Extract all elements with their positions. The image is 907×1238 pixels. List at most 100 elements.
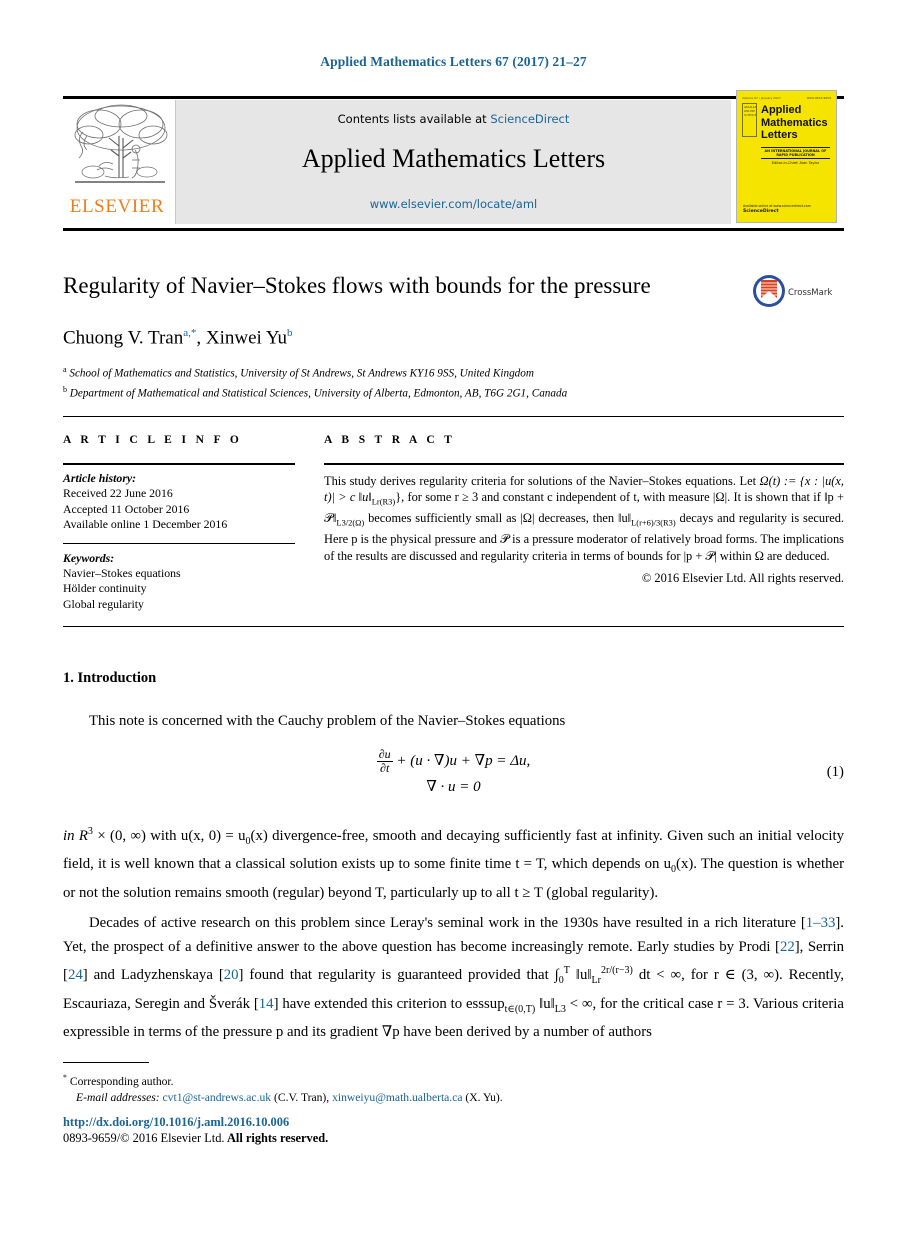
crossmark-label: CrossMark: [788, 288, 833, 298]
email-addresses-line: E-mail addresses: cvt1@st-andrews.ac.uk …: [63, 1090, 844, 1106]
journal-cover-thumbnail[interactable]: Volume 67 / January 2017 ISSN 0893-9659 …: [736, 90, 837, 223]
issn-copyright: © 2016 Elsevier Ltd.: [120, 1131, 225, 1145]
author-marks-1[interactable]: a,*: [183, 327, 196, 339]
issn-copyright-line: 0893-9659/© 2016 Elsevier Ltd. All right…: [63, 1131, 328, 1146]
abstract-copyright: © 2016 Elsevier Ltd. All rights reserved…: [641, 570, 844, 585]
journal-band: Contents lists available at ScienceDirec…: [176, 100, 731, 224]
norm-exponent: 2r/(r−3): [601, 965, 633, 977]
fraction-denominator: ∂t: [380, 761, 390, 775]
esssup-subscript: t∈(0,T): [504, 1003, 536, 1015]
citation-1-33[interactable]: 1–33: [806, 915, 836, 931]
cover-subtitle: AN INTERNATIONAL JOURNAL OF RAPID PUBLIC…: [761, 147, 830, 159]
journal-masthead: ELSEVIER Contents lists available at Sci…: [63, 90, 844, 231]
journal-homepage-link[interactable]: www.elsevier.com/locate/aml: [176, 197, 731, 211]
crossmark-badge[interactable]: CrossMark: [752, 274, 844, 314]
sciencedirect-link[interactable]: ScienceDirect: [490, 112, 569, 126]
keyword-2: Hölder continuity: [63, 581, 147, 596]
elsevier-tree-icon: [69, 102, 170, 194]
section-title: Introduction: [77, 670, 157, 686]
abstract-lr-space: (R: [379, 496, 389, 507]
section-heading-introduction: 1. Introduction: [63, 670, 156, 687]
keywords-label: Keywords:: [63, 550, 115, 565]
keywords-block: Keywords: Navier–Stokes equations Hölder…: [63, 551, 295, 613]
corresponding-author-note: * Corresponding author.: [63, 1070, 844, 1090]
contents-prefix: Contents lists available at: [337, 112, 491, 126]
divider-above-abstract: [63, 416, 844, 417]
affiliation-text-a: School of Mathematics and Statistics, Un…: [69, 367, 534, 380]
cover-badge: AVAILABLE ONLINE SCIENCEDIRECT: [742, 103, 757, 137]
elsevier-wordmark: ELSEVIER: [69, 196, 165, 217]
abstract-part-3: becomes sufficiently small as |Ω| decrea…: [364, 511, 632, 526]
elsevier-logo-box: ELSEVIER: [63, 100, 176, 224]
crossmark-icon: [753, 275, 785, 307]
affiliation-b: b Department of Mathematical and Statist…: [63, 382, 844, 402]
paragraph-3-h: ] have extended this criterion to esssup: [273, 995, 505, 1012]
affiliation-mark-a: a: [63, 365, 67, 374]
article-info-heading: A R T I C L E I N F O: [63, 434, 243, 446]
citation-14[interactable]: 14: [259, 996, 274, 1012]
affiliation-list: a School of Mathematics and Statistics, …: [63, 362, 844, 401]
history-available-online: Available online 1 December 2016: [63, 517, 228, 532]
authors-separator: ,: [196, 327, 206, 349]
equation-line-1: ∂u ∂t + (u · ∇)u + ∇p = Δu,: [63, 748, 844, 775]
running-head: Applied Mathematics Letters 67 (2017) 21…: [320, 54, 587, 69]
abstract-norm2-exp: (r+6)/3: [636, 517, 661, 528]
cover-issn: ISSN 0893-9659: [806, 96, 831, 100]
page-title: Regularity of Navier–Stokes flows with b…: [63, 273, 651, 298]
norm-sub-r: r: [597, 975, 602, 987]
email-owner-tran: (C.V. Tran): [273, 1090, 327, 1104]
citation-20[interactable]: 20: [224, 967, 239, 983]
author-name-2: Xinwei Yu: [205, 327, 287, 349]
equation-line-1-rest: + (u · ∇)u + ∇p = Δu,: [396, 752, 531, 769]
abstract-part-1: This study derives regularity criteria f…: [324, 474, 760, 488]
paragraph-3-a: Decades of active research on this probl…: [89, 915, 806, 931]
paragraph-2: in R3 × (0, ∞) with u(x, 0) = u0(x) dive…: [63, 820, 844, 906]
email-addresses-label: E-mail addresses:: [76, 1090, 160, 1104]
equation-1: ∂u ∂t + (u · ∇)u + ∇p = Δu, ∇ · u = 0 (1…: [63, 748, 844, 800]
cover-footer: Available online at www.sciencedirect.co…: [743, 204, 811, 214]
paragraph-2-a: in R: [63, 827, 88, 844]
affiliation-mark-b: b: [63, 384, 67, 394]
corresponding-author-text: Corresponding author.: [69, 1074, 174, 1088]
history-accepted: Accepted 11 October 2016: [63, 501, 190, 516]
partial-derivative-fraction: ∂u ∂t: [376, 748, 393, 775]
author-name-1: Chuong V. Tran: [63, 327, 184, 349]
history-received: Received 22 June 2016: [63, 486, 173, 501]
email-link-tran[interactable]: cvt1@st-andrews.ac.uk: [163, 1091, 272, 1104]
email-link-yu[interactable]: xinweiyu@math.ualberta.ca: [332, 1091, 462, 1104]
abstract-norm2-dom: (R: [660, 517, 669, 528]
affiliation-a: a School of Mathematics and Statistics, …: [63, 362, 844, 382]
keywords-rule: [63, 542, 295, 544]
citation-24[interactable]: 24: [68, 967, 83, 983]
doi-link[interactable]: http://dx.doi.org/10.1016/j.aml.2016.10.…: [63, 1115, 289, 1130]
abstract-norm1-dom: (Ω): [352, 517, 365, 528]
citation-22[interactable]: 22: [780, 939, 795, 955]
author-marks-2[interactable]: b: [287, 327, 293, 339]
abstract-column: A B S T R A C T This study derives regul…: [324, 434, 844, 586]
paragraph-3-d: ] and Ladyzhenskaya [: [82, 967, 224, 984]
issn-prefix: 0893-9659/: [63, 1131, 121, 1145]
journal-title: Applied Mathematics Letters: [301, 144, 606, 173]
abstract-norm1-exp: 3/2: [341, 517, 353, 528]
footnote-block: * Corresponding author. E-mail addresses…: [63, 1070, 844, 1106]
abstract-heading: A B S T R A C T: [324, 434, 456, 446]
article-info-rule: [63, 463, 295, 465]
article-history-label: Article history:: [63, 471, 137, 485]
cover-top-meta: Volume 67 / January 2017 ISSN 0893-9659: [742, 96, 831, 101]
cover-title-line2: Mathematics: [761, 116, 828, 129]
abstract-text: This study derives regularity criteria f…: [324, 473, 844, 564]
paragraph-3-e: ] found that regularity is guaranteed pr…: [238, 967, 559, 984]
cover-volume: Volume 67 / January 2017: [742, 96, 781, 100]
divider-below-abstract: [63, 626, 844, 627]
author-list: Chuong V. Trana,*, Xinwei Yub: [63, 327, 763, 349]
equation-line-2: ∇ · u = 0: [426, 779, 481, 795]
paragraph-3: Decades of active research on this probl…: [63, 912, 844, 1045]
corresponding-author-marker: *: [63, 1073, 67, 1082]
paragraph-3-i: ‖u‖: [535, 995, 555, 1012]
paragraph-1: This note is concerned with the Cauchy p…: [89, 713, 566, 729]
cover-editor: Editor-in-Chief: Alan Taylor: [771, 161, 820, 165]
email-owner-yu: (X. Yu).: [465, 1090, 503, 1104]
cover-footer-line2: ScienceDirect: [743, 208, 779, 214]
section-number: 1.: [63, 670, 74, 686]
equation-number: (1): [826, 764, 844, 780]
